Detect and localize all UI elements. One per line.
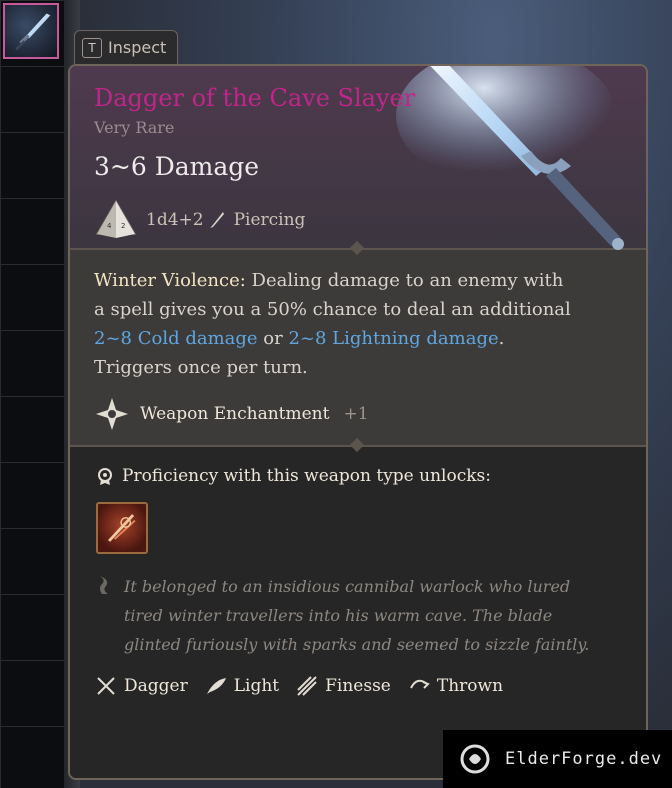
inventory-slot-selected[interactable] [3, 3, 59, 59]
proficiency-label: Proficiency with this weapon type unlock… [122, 466, 491, 486]
damage-dice-row: 4 2 1d4+2 Piercing [94, 198, 305, 242]
damage-type: Piercing [233, 210, 306, 230]
property-label: Thrown [436, 676, 504, 696]
weapon-enchantment-row: Weapon Enchantment +1 [94, 396, 369, 432]
property-label: Dagger [124, 676, 188, 696]
item-tooltip: Dagger of the Cave Slayer Very Rare 3~6 … [68, 64, 648, 780]
damage-dice: 1d4+2 [146, 210, 204, 230]
inspect-tab[interactable]: T Inspect [74, 30, 178, 64]
lightning-damage-link[interactable]: 2~8 Lightning damage [288, 328, 498, 349]
proficiency-icon [98, 468, 112, 485]
elderforge-logo-icon [460, 744, 490, 774]
watermark: ElderForge.dev [443, 730, 672, 788]
slash-action-icon [108, 514, 136, 542]
property-light[interactable]: Light [204, 674, 279, 698]
property-finesse[interactable]: Finesse [295, 674, 391, 698]
property-thrown[interactable]: Thrown [407, 674, 503, 698]
item-name: Dagger of the Cave Slayer [94, 84, 416, 112]
weapon-properties: Dagger Light Finesse Thrown [94, 674, 503, 698]
dagger-artwork-icon [396, 66, 624, 250]
ability-description: Winter Violence: Dealing damage to an en… [94, 266, 574, 382]
enchantment-icon [96, 398, 128, 430]
watermark-text: ElderForge.dev [505, 749, 663, 769]
cold-damage-link[interactable]: 2~8 Cold damage [94, 328, 258, 349]
property-dagger[interactable]: Dagger [94, 674, 188, 698]
ability-name: Winter Violence: [94, 270, 246, 291]
section-divider [70, 437, 646, 453]
enchantment-label: Weapon Enchantment [140, 404, 330, 424]
inspect-key-badge: T [82, 37, 102, 58]
dagger-item-icon [15, 13, 51, 51]
weapon-action-icon[interactable] [96, 502, 148, 554]
inspect-label: Inspect [108, 38, 167, 57]
svg-text:4: 4 [107, 222, 112, 230]
piercing-icon [209, 212, 224, 228]
lore-quill-icon [100, 576, 108, 594]
d4-dice-icon: 4 2 [95, 199, 137, 238]
inventory-grid [0, 0, 66, 788]
svg-text:2: 2 [121, 222, 125, 230]
property-label: Finesse [325, 676, 391, 696]
item-lore: It belonged to an insidious cannibal war… [124, 577, 590, 654]
feather-icon [206, 678, 226, 694]
enchantment-value: +1 [343, 404, 369, 424]
property-label: Light [233, 676, 280, 696]
proficiency-row: Proficiency with this weapon type unlock… [96, 466, 491, 486]
finesse-icon [297, 676, 317, 696]
item-rarity: Very Rare [94, 118, 175, 137]
ability-text: or [257, 328, 289, 349]
dagger-icon [97, 677, 115, 695]
item-damage: 3~6 Damage [94, 152, 260, 181]
thrown-icon [409, 679, 430, 689]
